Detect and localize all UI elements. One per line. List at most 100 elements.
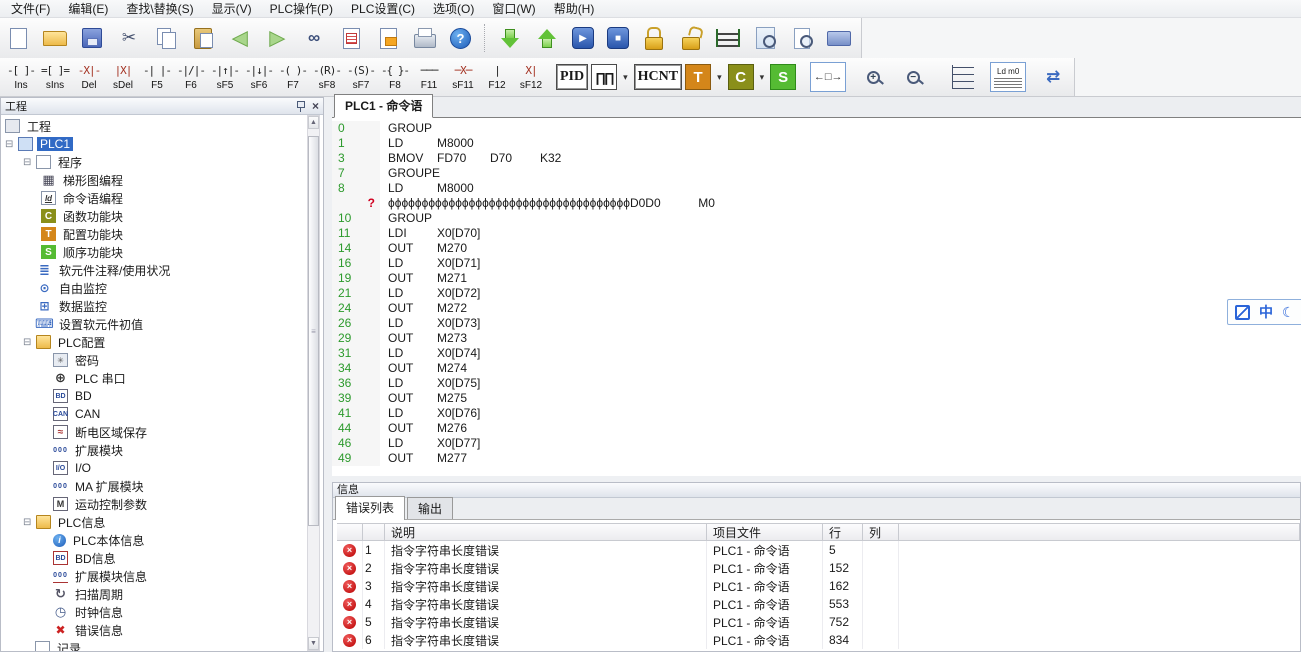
tree-item-free-monitor[interactable]: ⊙ 自由监控 bbox=[1, 279, 323, 297]
counter-instruction-button[interactable]: C bbox=[728, 64, 754, 90]
code-line[interactable]: 21 LD X0[D72] bbox=[332, 286, 1301, 301]
instruction-list-view-button[interactable]: Ld m0 bbox=[990, 62, 1026, 92]
notes-button[interactable] bbox=[376, 26, 400, 50]
error-list-tab[interactable]: 错误列表 bbox=[335, 496, 405, 520]
tree-item-plc-serial-port[interactable]: ⊕ PLC 串口 bbox=[1, 369, 323, 387]
tree-item-bd-info[interactable]: BD BD信息 bbox=[1, 549, 323, 567]
instr-f5[interactable]: -| |- F5 bbox=[140, 64, 174, 91]
instr-sf8[interactable]: -(R)- sF8 bbox=[310, 64, 344, 91]
upload-from-plc-button[interactable] bbox=[535, 26, 559, 50]
tree-item-power-off-retention[interactable]: ≈ 断电区域保存 bbox=[1, 423, 323, 441]
instr-sdel[interactable]: |X| sDel bbox=[106, 64, 140, 91]
tree-item-function-block[interactable]: C 函数功能块 bbox=[1, 207, 323, 225]
tree-expander-icon[interactable]: ⊟ bbox=[5, 139, 18, 150]
open-file-button[interactable] bbox=[43, 26, 67, 50]
instr-sf11[interactable]: ─X─ sF11 bbox=[446, 64, 480, 91]
tree-expander-icon[interactable]: ⊟ bbox=[23, 517, 36, 528]
tree-item-io[interactable]: I/O I/O bbox=[1, 459, 323, 477]
pin-icon[interactable] bbox=[295, 100, 306, 112]
pulse-dropdown[interactable]: ▾ bbox=[620, 64, 631, 90]
instr-sf12[interactable]: X| sF12 bbox=[514, 64, 548, 91]
ladder-monitor-view-button[interactable] bbox=[950, 62, 976, 92]
code-line[interactable]: 10 GROUP bbox=[332, 211, 1301, 226]
tree-item-ma-expansion-module[interactable]: 000 MA 扩展模块 bbox=[1, 477, 323, 495]
file-menu[interactable]: 文件(F) bbox=[2, 0, 59, 18]
navigate-forward-button[interactable]: ▶ bbox=[265, 26, 289, 50]
copy-button[interactable] bbox=[154, 26, 178, 50]
code-line[interactable]: ? ϕϕϕϕϕϕϕϕϕϕϕϕϕϕϕϕϕϕϕϕϕϕϕϕϕϕϕϕϕϕϕϕϕϕϕϕD0… bbox=[332, 196, 1301, 211]
code-line[interactable]: 14 OUT M270 bbox=[332, 241, 1301, 256]
tree-item-motion-control-params[interactable]: M 运动控制参数 bbox=[1, 495, 323, 513]
tree-item-error-info[interactable]: ✖ 错误信息 bbox=[1, 621, 323, 639]
tree-item-data-monitor[interactable]: ⊞ 数据监控 bbox=[1, 297, 323, 315]
code-line[interactable]: 3 BMOV FD70 D70 K32 bbox=[332, 151, 1301, 166]
options-menu[interactable]: 选项(O) bbox=[424, 0, 483, 18]
plc-settings-menu[interactable]: PLC设置(C) bbox=[342, 0, 424, 18]
plc-operate-menu[interactable]: PLC操作(P) bbox=[261, 0, 342, 18]
tree-item-config-block[interactable]: T 配置功能块 bbox=[1, 225, 323, 243]
timer-dropdown[interactable]: ▾ bbox=[714, 64, 725, 90]
code-line[interactable]: 0 GROUP bbox=[332, 121, 1301, 136]
run-plc-button[interactable]: ▶ bbox=[572, 27, 594, 49]
tree-item-expansion-module-info[interactable]: 000 扩展模块信息 bbox=[1, 567, 323, 585]
tree-item-can[interactable]: CAN CAN bbox=[1, 405, 323, 423]
vertical-splitter[interactable] bbox=[324, 97, 332, 652]
tree-item-scan-cycle[interactable]: ↻ 扫描周期 bbox=[1, 585, 323, 603]
tree-item-ladder-editor[interactable]: ▦ 梯形图编程 bbox=[1, 171, 323, 189]
tree-item-device-comment-usage[interactable]: ≣ 软元件注释/使用状况 bbox=[1, 261, 323, 279]
zoom-in-button[interactable]: + bbox=[860, 62, 886, 92]
code-line[interactable]: 34 OUT M274 bbox=[332, 361, 1301, 376]
error-row[interactable]: × 4 指令字符串长度错误 PLC1 - 命令语 553 bbox=[337, 595, 1300, 613]
cut-button[interactable]: ✂ bbox=[117, 26, 141, 50]
instr-sf7[interactable]: -(S)- sF7 bbox=[344, 64, 378, 91]
tree-item-plc-body-info[interactable]: i PLC本体信息 bbox=[1, 531, 323, 549]
instr-f7[interactable]: -( )- F7 bbox=[276, 64, 310, 91]
grid-monitor-button[interactable] bbox=[753, 26, 777, 50]
instr-f6[interactable]: -|/|- F6 bbox=[174, 64, 208, 91]
adjust-column-width-button[interactable]: ←□→ bbox=[810, 62, 846, 92]
code-line[interactable]: 19 OUT M271 bbox=[332, 271, 1301, 286]
scroll-thumb[interactable]: ≡ bbox=[308, 136, 319, 526]
code-line[interactable]: 11 LDI X0[D70] bbox=[332, 226, 1301, 241]
code-line[interactable]: 24 OUT M272 bbox=[332, 301, 1301, 316]
tree-item-clock-info[interactable]: ◷ 时钟信息 bbox=[1, 603, 323, 621]
instr-sf6[interactable]: -|↓|- sF6 bbox=[242, 64, 276, 91]
output-tab[interactable]: 输出 bbox=[407, 497, 453, 519]
instr-f12[interactable]: | F12 bbox=[480, 64, 514, 91]
half-moon-icon[interactable]: ☾ bbox=[1282, 304, 1295, 321]
find-button[interactable]: ∞ bbox=[302, 26, 326, 50]
tab-plc1-instruction-list[interactable]: PLC1 - 命令语 bbox=[334, 94, 433, 118]
tree-item-expansion-module[interactable]: 000 扩展模块 bbox=[1, 441, 323, 459]
error-row[interactable]: × 1 指令字符串长度错误 PLC1 - 命令语 5 bbox=[337, 541, 1300, 559]
tree-item-password[interactable]: ✳ 密码 bbox=[1, 351, 323, 369]
navigate-back-button[interactable]: ◀ bbox=[228, 26, 252, 50]
zoom-out-button[interactable]: − bbox=[900, 62, 926, 92]
code-line[interactable]: 44 OUT M276 bbox=[332, 421, 1301, 436]
tree-expander-icon[interactable]: ⊟ bbox=[23, 337, 36, 348]
find-replace-menu[interactable]: 查找\替换(S) bbox=[117, 0, 202, 18]
tree-expander-icon[interactable]: ⊟ bbox=[23, 157, 36, 168]
code-line[interactable]: 16 LD X0[D71] bbox=[332, 256, 1301, 271]
convert-view-button[interactable]: ⇄ bbox=[1040, 62, 1066, 92]
code-line[interactable]: 1 LD M8000 bbox=[332, 136, 1301, 151]
tree-item-plc-info[interactable]: ⊟ PLC信息 bbox=[1, 513, 323, 531]
code-line[interactable]: 49 OUT M277 bbox=[332, 451, 1301, 466]
ladder-edit-button[interactable] bbox=[716, 26, 740, 50]
stop-plc-button[interactable]: ■ bbox=[607, 27, 629, 49]
close-icon[interactable]: × bbox=[312, 100, 319, 112]
new-file-button[interactable] bbox=[6, 26, 30, 50]
doc-view-button[interactable] bbox=[790, 26, 814, 50]
code-line[interactable]: 39 OUT M275 bbox=[332, 391, 1301, 406]
help-menu[interactable]: 帮助(H) bbox=[545, 0, 604, 18]
error-row[interactable]: × 3 指令字符串长度错误 PLC1 - 命令语 162 bbox=[337, 577, 1300, 595]
instr-f11[interactable]: ─── F11 bbox=[412, 64, 446, 91]
hcnt-instruction-button[interactable]: HCNT bbox=[634, 64, 682, 90]
scroll-up-arrow[interactable]: ▲ bbox=[308, 116, 319, 129]
tree-item-plc1[interactable]: ⊟ PLC1 bbox=[1, 135, 323, 153]
code-line[interactable]: 36 LD X0[D75] bbox=[332, 376, 1301, 391]
code-line[interactable]: 8 LD M8000 bbox=[332, 181, 1301, 196]
instr-ins[interactable]: -[ ]- Ins bbox=[4, 64, 38, 91]
tree-item-plc-config[interactable]: ⊟ PLC配置 bbox=[1, 333, 323, 351]
timer-instruction-button[interactable]: T bbox=[685, 64, 711, 90]
pid-instruction-button[interactable]: PID bbox=[556, 64, 588, 90]
